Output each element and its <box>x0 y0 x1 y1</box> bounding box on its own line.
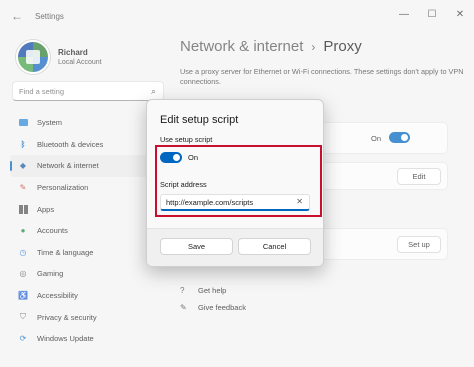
clear-icon[interactable]: ✕ <box>296 197 303 206</box>
dialog-title: Edit setup script <box>160 114 239 126</box>
use-setup-script-toggle[interactable] <box>160 152 182 163</box>
cancel-button[interactable]: Cancel <box>238 238 311 255</box>
settings-window: ← Settings — ☐ ✕ Richard Local Account F… <box>0 0 474 367</box>
script-address-input[interactable]: http://example.com/scripts ✕ <box>160 194 310 211</box>
dialog-footer: Save Cancel <box>147 228 323 266</box>
edit-setup-script-dialog: Edit setup script Use setup script On Sc… <box>146 99 324 267</box>
toggle-state-label: On <box>188 153 199 162</box>
script-address-label: Script address <box>160 180 207 189</box>
save-button[interactable]: Save <box>160 238 233 255</box>
use-setup-script-label: Use setup script <box>160 135 213 144</box>
script-address-value: http://example.com/scripts <box>166 197 254 207</box>
